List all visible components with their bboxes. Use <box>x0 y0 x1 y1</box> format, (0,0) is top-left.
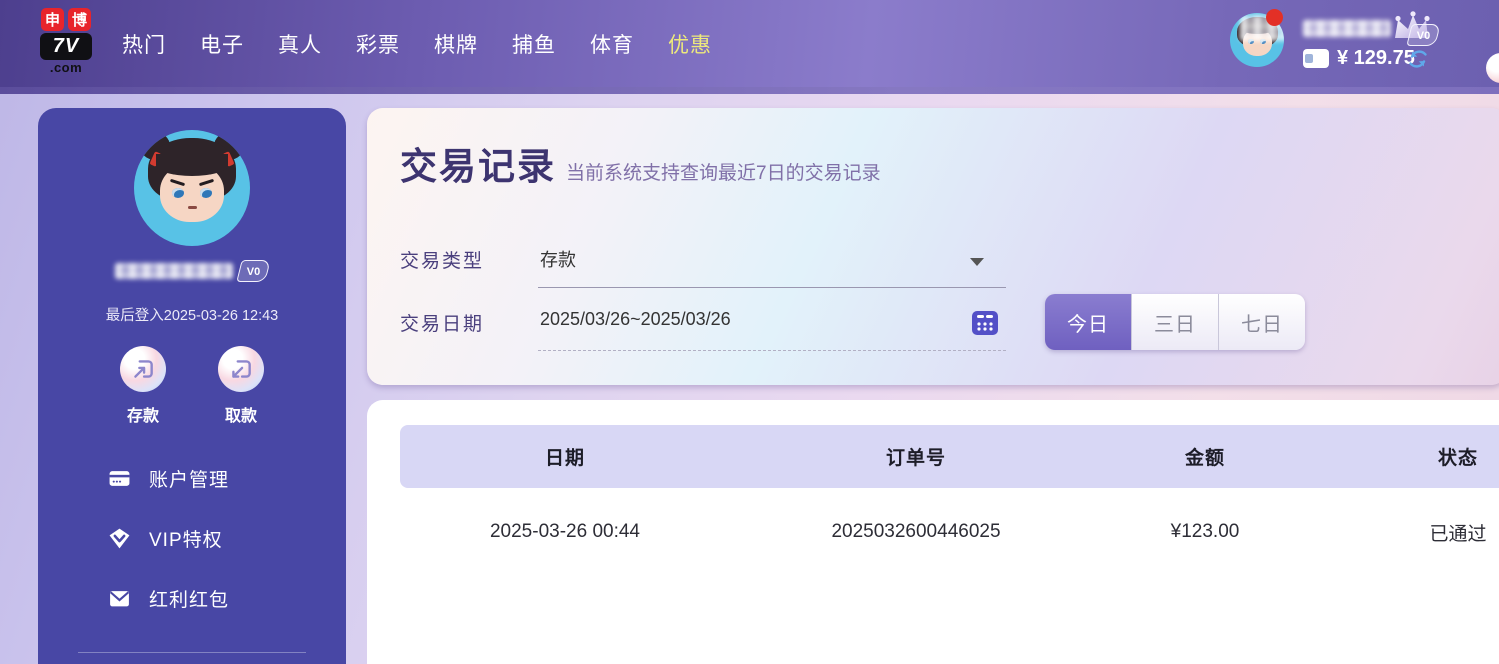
top-navbar: 申 博 7V .com 热门 电子 真人 彩票 棋牌 捕鱼 体育 优惠 V0 ¥… <box>0 0 1499 88</box>
deposit-button[interactable]: 存款 <box>112 346 174 426</box>
transaction-type-select[interactable]: 存款 <box>538 236 1006 288</box>
transaction-date-value: 2025/03/26~2025/03/26 <box>540 309 731 329</box>
navbar-bottom-strip <box>0 87 1499 94</box>
nav-item-fishing[interactable]: 捕鱼 <box>512 29 556 59</box>
avatar-mouth <box>188 206 197 209</box>
sidebar-item-label: VIP特权 <box>149 529 223 551</box>
nav-item-hot[interactable]: 热门 <box>122 29 166 59</box>
table-header: 日期 订单号 金额 状态 <box>400 425 1499 488</box>
withdraw-icon <box>218 346 264 392</box>
vip-level-badge: V0 <box>1406 24 1442 46</box>
nav-item-promo[interactable]: 优惠 <box>668 29 712 59</box>
calendar-icon[interactable] <box>970 307 1000 337</box>
vip-level-badge: V0 <box>236 260 272 282</box>
wallet-icon <box>1303 49 1329 68</box>
site-logo[interactable]: 申 博 7V .com <box>36 8 96 75</box>
account-card-icon <box>109 470 130 486</box>
col-header-order-no: 订单号 <box>885 448 946 469</box>
transaction-date-label: 交易日期 <box>400 314 485 335</box>
sidebar-menu: 账户管理 VIP特权 红利红包 <box>108 466 328 646</box>
chevron-down-icon <box>970 258 984 266</box>
sidebar: V0 最后登入2025-03-26 12:43 存款 取款 账户管理 VIP特权… <box>38 108 346 664</box>
tab-seven-days[interactable]: 七日 <box>1218 294 1305 350</box>
cell-order-no: 2025032600446025 <box>831 521 1001 542</box>
transaction-type-value: 存款 <box>540 250 576 270</box>
nav-item-lottery[interactable]: 彩票 <box>356 29 400 59</box>
tab-today[interactable]: 今日 <box>1045 294 1131 350</box>
cell-status: 已通过 <box>1429 523 1487 545</box>
tab-three-days[interactable]: 三日 <box>1131 294 1218 350</box>
date-range-tabs: 今日 三日 七日 <box>1045 294 1305 350</box>
masked-username <box>115 263 234 279</box>
cell-date: 2025-03-26 00:44 <box>489 521 640 542</box>
col-header-amount: 金额 <box>1184 448 1225 469</box>
deposit-icon <box>120 346 166 392</box>
nav-item-slots[interactable]: 电子 <box>200 29 244 59</box>
transaction-type-label: 交易类型 <box>400 251 485 272</box>
balance-amount: ¥ 129.75 <box>1337 47 1415 69</box>
col-header-status: 状态 <box>1437 448 1478 469</box>
last-login-text: 最后登入2025-03-26 12:43 <box>105 308 279 324</box>
logo-badges: 申 博 <box>36 8 96 31</box>
table-row: 2025-03-26 00:44 2025032600446025 ¥123.0… <box>400 500 1499 564</box>
logo-badge-right: 博 <box>68 8 91 31</box>
notification-badge <box>1266 9 1283 26</box>
refresh-balance-icon[interactable] <box>1407 48 1429 70</box>
page-subtitle: 当前系统支持查询最近7日的交易记录 <box>566 163 881 184</box>
withdraw-button[interactable]: 取款 <box>210 346 272 426</box>
main-nav: 热门 电子 真人 彩票 棋牌 捕鱼 体育 优惠 <box>122 0 712 88</box>
transaction-table-panel: 日期 订单号 金额 状态 2025-03-26 00:44 2025032600… <box>367 400 1499 664</box>
quick-actions: 存款 取款 <box>38 346 346 426</box>
profile-name-row: V0 <box>38 260 346 282</box>
page-title: 交易记录 <box>400 146 556 187</box>
transaction-date-field[interactable]: 2025/03/26~2025/03/26 <box>538 299 1006 351</box>
cell-amount: ¥123.00 <box>1170 521 1240 542</box>
sidebar-item-label: 红利红包 <box>149 589 230 611</box>
avatar-eye <box>200 188 212 198</box>
red-packet-envelope-icon <box>109 590 130 606</box>
sidebar-item-account[interactable]: 账户管理 <box>108 466 328 491</box>
transaction-filter-panel: 交易记录 当前系统支持查询最近7日的交易记录 交易类型 存款 交易日期 2025… <box>367 108 1499 385</box>
col-header-date: 日期 <box>544 448 585 469</box>
withdraw-label: 取款 <box>224 408 257 425</box>
nav-item-live[interactable]: 真人 <box>278 29 322 59</box>
sidebar-item-bonus[interactable]: 红利红包 <box>108 586 328 611</box>
avatar-fringe <box>156 154 228 176</box>
avatar-brow <box>198 178 215 187</box>
panel-title-row: 交易记录 当前系统支持查询最近7日的交易记录 <box>400 136 881 190</box>
logo-tld: .com <box>49 60 83 75</box>
sidebar-item-label: 账户管理 <box>149 469 230 491</box>
nav-item-sports[interactable]: 体育 <box>590 29 634 59</box>
avatar-eye <box>172 188 184 198</box>
vip-diamond-icon <box>109 528 130 548</box>
sidebar-divider <box>78 652 306 653</box>
logo-name: 7V <box>40 33 92 60</box>
masked-username <box>1303 20 1391 37</box>
edge-floating-button[interactable] <box>1486 53 1499 83</box>
sidebar-item-vip[interactable]: VIP特权 <box>108 526 328 551</box>
profile-avatar <box>134 130 250 246</box>
logo-badge-left: 申 <box>41 8 64 31</box>
nav-item-chess[interactable]: 棋牌 <box>434 29 478 59</box>
avatar-brow <box>169 178 186 187</box>
page: 申 博 7V .com 热门 电子 真人 彩票 棋牌 捕鱼 体育 优惠 V0 ¥… <box>0 0 1499 664</box>
deposit-label: 存款 <box>126 408 159 425</box>
